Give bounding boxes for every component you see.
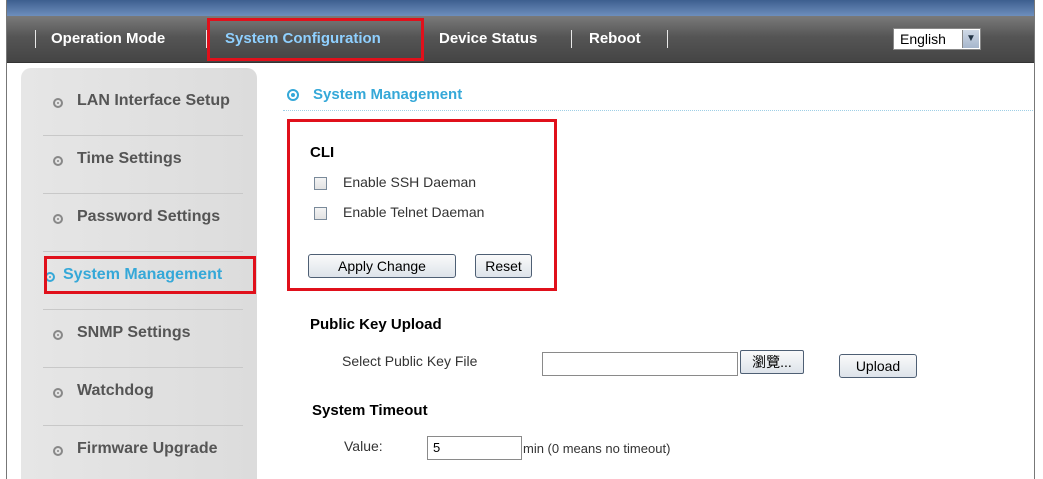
upload-button[interactable]: Upload [839, 354, 917, 378]
bullet-icon [53, 330, 63, 340]
timeout-value-label: Value: [344, 438, 383, 454]
nav-separator [667, 30, 668, 48]
sidebar-item-password-settings[interactable]: Password Settings [21, 194, 257, 252]
select-public-key-label: Select Public Key File [342, 353, 478, 369]
sidebar-item-time-settings[interactable]: Time Settings [21, 136, 257, 194]
timeout-unit-label: min (0 means no timeout) [523, 441, 671, 456]
sidebar-item-watchdog[interactable]: Watchdog [21, 368, 257, 426]
system-timeout-heading: System Timeout [312, 402, 428, 419]
top-banner [7, 0, 1034, 16]
app-frame: Operation Mode System Configuration Devi… [6, 0, 1035, 479]
bullet-icon [53, 446, 63, 456]
bullet-icon [53, 98, 63, 108]
highlight-system-management [44, 256, 256, 294]
sidebar-item-firmware-upgrade[interactable]: Firmware Upgrade [21, 426, 257, 479]
main-nav: Operation Mode System Configuration Devi… [7, 16, 1034, 63]
target-icon [287, 89, 299, 101]
nav-device-status[interactable]: Device Status [439, 16, 537, 62]
language-select[interactable]: English ▼ [893, 28, 981, 50]
sidebar-item-label: Password Settings [77, 208, 221, 225]
highlight-system-configuration [207, 18, 424, 61]
section-header: System Management [283, 84, 1033, 111]
public-key-heading: Public Key Upload [310, 316, 442, 333]
public-key-file-input[interactable] [542, 352, 738, 376]
page-title: System Management [313, 86, 463, 103]
sidebar-item-label: Time Settings [77, 150, 182, 167]
bullet-icon [53, 156, 63, 166]
nav-reboot[interactable]: Reboot [589, 16, 641, 62]
nav-operation-mode[interactable]: Operation Mode [51, 16, 165, 62]
sidebar-item-lan-interface-setup[interactable]: LAN Interface Setup [21, 78, 257, 136]
chevron-down-icon[interactable]: ▼ [962, 30, 979, 48]
sidebar-item-label: Firmware Upgrade [77, 440, 218, 457]
timeout-value-input[interactable]: 5 [427, 436, 522, 460]
sidebar-item-label: LAN Interface Setup [77, 92, 230, 109]
sidebar-item-label: Watchdog [77, 382, 154, 399]
browse-button[interactable]: 瀏覽... [740, 350, 804, 374]
sidebar-item-label: SNMP Settings [77, 324, 191, 341]
nav-separator [571, 30, 572, 48]
highlight-cli-section [287, 119, 557, 291]
language-value: English [900, 31, 946, 47]
nav-separator [35, 30, 36, 48]
bullet-icon [53, 214, 63, 224]
bullet-icon [53, 388, 63, 398]
sidebar-item-snmp-settings[interactable]: SNMP Settings [21, 310, 257, 368]
